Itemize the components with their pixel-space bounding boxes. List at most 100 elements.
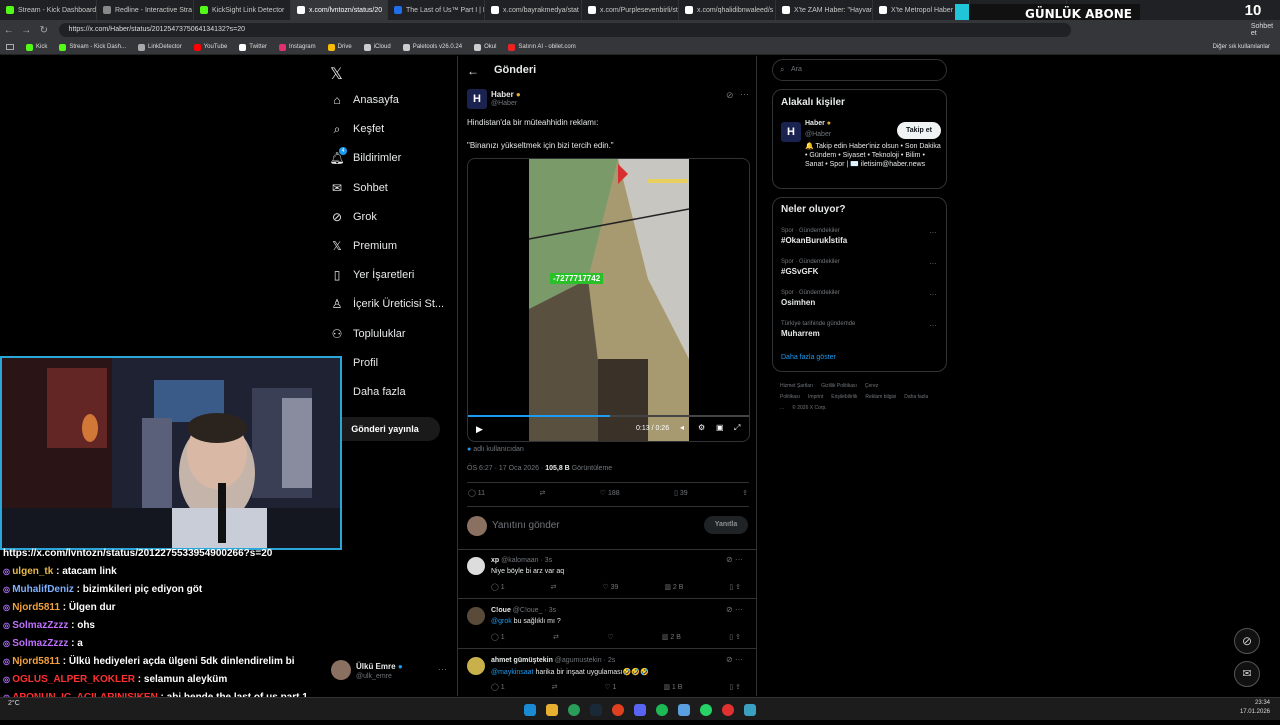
play-icon[interactable]: ▶ [476, 424, 483, 435]
reply-avatar[interactable] [467, 557, 485, 575]
search-box[interactable]: ⌕ Ara [772, 59, 947, 81]
sidebar-item[interactable]: ⌕ Keşfet [330, 122, 385, 136]
reply-like-count[interactable]: ♡ 39 [602, 583, 618, 591]
browser-tab[interactable]: Redline - Interactive Stra [97, 0, 194, 20]
bookmark-item[interactable]: LinkDetector [138, 43, 182, 51]
bookmark-item[interactable]: Kick [26, 43, 47, 51]
grok-icon[interactable]: ⊘ [726, 90, 734, 101]
repost-icon[interactable]: ⇄ [551, 583, 557, 591]
repost-icon[interactable]: ⇄ [552, 683, 558, 691]
back-arrow-icon[interactable]: ← [467, 64, 479, 78]
author-avatar[interactable]: H [467, 89, 487, 109]
reply-author[interactable]: ahmet gümüştekin [491, 657, 553, 664]
notes-icon[interactable] [744, 704, 756, 716]
account-more-icon[interactable]: ··· [438, 664, 447, 674]
browser-tab[interactable]: KickSight Link Detector [194, 0, 291, 20]
app-icon[interactable] [678, 704, 690, 716]
start-icon[interactable] [524, 704, 536, 716]
whatsapp-icon[interactable] [700, 704, 712, 716]
reply-view-count[interactable]: ▥ 2 B [662, 633, 681, 641]
related-avatar[interactable]: H [781, 122, 801, 142]
browser-tab[interactable]: x.com/lvntozn/status/20 [291, 0, 388, 20]
bookmark-item[interactable]: Okul [474, 43, 496, 51]
edge-icon[interactable] [568, 704, 580, 716]
reply-more-icon[interactable]: ⊘ ··· [726, 605, 743, 614]
bookmark-item[interactable]: Paletools v26.0.24 [402, 43, 462, 51]
volume-icon[interactable]: ◂ [680, 423, 684, 432]
trend-item[interactable]: Türkiye tarihinde gündemde Muharrem [781, 321, 855, 338]
back-icon[interactable]: ← [0, 25, 18, 36]
bookmark-item[interactable]: Drive [327, 43, 352, 51]
url-input[interactable]: https://x.com/Haber/status/2012547375064… [58, 23, 1071, 37]
sidebar-item[interactable]: 🔔︎ Bildirimler 4 [329, 147, 401, 165]
reply-input[interactable]: Yanıtını gönder [492, 520, 560, 531]
bookmark-share-icons[interactable]: ▯ ⇪ [729, 683, 741, 691]
reload-icon[interactable]: ↻ [35, 25, 53, 36]
grok-float-icon[interactable]: ⊘ [1234, 628, 1260, 654]
messages-float-icon[interactable]: ✉ [1234, 661, 1260, 687]
trend-more-icon[interactable]: ··· [929, 290, 937, 299]
reply-reply-count[interactable]: ◯ 1 [491, 683, 505, 691]
chat-username[interactable]: ulgen_tk [12, 566, 53, 577]
trend-more-icon[interactable]: ··· [929, 228, 937, 237]
reply-view-count[interactable]: ▥ 2 B [664, 583, 683, 591]
browser-tab[interactable]: x.com/Purplesevenbirli/st [582, 0, 679, 20]
reply-button[interactable]: Yanıtla [704, 516, 748, 534]
bookmark-item[interactable]: Instagram [278, 43, 316, 51]
sidebar-item[interactable]: ▯ Yer İşaretleri [330, 268, 415, 282]
browser-tab[interactable]: x.com/bayrakmedya/stat [485, 0, 582, 20]
reply-more-icon[interactable]: ⊘ ··· [726, 555, 743, 564]
footer-link[interactable]: Reklam bilgisi [865, 394, 896, 400]
video-player[interactable]: -7277717742 ▶ 0:13 / 0:26 ◂ ⚙ ▣ ⤢ [467, 158, 750, 442]
bookmark-item[interactable]: Twitter [239, 43, 267, 51]
like-action[interactable]: ♡ 188 [600, 489, 620, 497]
discord-icon[interactable] [634, 704, 646, 716]
sidebar-item[interactable]: 𝕏 Premium [330, 239, 397, 253]
more-icon[interactable]: ··· [740, 89, 749, 99]
bookmark-item[interactable]: iCloud [363, 43, 391, 51]
trend-more-icon[interactable]: ··· [929, 321, 937, 330]
video-progress-track[interactable] [468, 415, 749, 417]
search-input[interactable]: Ara [791, 66, 802, 73]
reply-handle[interactable]: @C!oue_ · 3s [511, 607, 556, 614]
footer-link[interactable]: Imprint [808, 394, 823, 400]
reply-action[interactable]: ◯ 11 [468, 489, 485, 497]
explorer-icon[interactable] [546, 704, 558, 716]
reply-item[interactable]: xp @kalomaan · 3s Niye böyle bi arz var a… [458, 549, 756, 599]
trend-item[interactable]: Spor · Gündemdekiler #OkanBurukİstifa [781, 228, 847, 245]
sidebar-item[interactable]: ✉ Sohbet [330, 181, 388, 195]
browser-tab[interactable]: X'te ZAM Haber: "Hayvan [776, 0, 873, 20]
pip-icon[interactable]: ▣ [716, 423, 724, 432]
sidebar-item[interactable]: ♙ İçerik Üreticisi St... [330, 297, 444, 311]
steam-icon[interactable] [590, 704, 602, 716]
x-logo-icon[interactable]: 𝕏 [330, 64, 343, 84]
bookmark-item[interactable]: Stream - Kick Dash... [59, 43, 126, 51]
footer-link[interactable]: Hizmet Şartları [780, 383, 813, 389]
reply-like-count[interactable]: ♡ [607, 633, 613, 641]
repost-icon[interactable]: ⇄ [539, 489, 545, 497]
weather-text[interactable]: 2°C [8, 700, 20, 707]
bookmark-share-icons[interactable]: ▯ ⇪ [729, 633, 741, 641]
chat-username[interactable]: Njord5811 [12, 656, 60, 667]
browser-tab[interactable]: x.com/qhalidibnwaleed/s [679, 0, 776, 20]
profile-label[interactable]: Sohbet et [1251, 23, 1280, 37]
reply-author[interactable]: xp [491, 557, 499, 564]
related-handle[interactable]: @Haber [805, 131, 831, 138]
bookmark-share-icons[interactable]: ▯ ⇪ [729, 583, 741, 591]
reply-reply-count[interactable]: ◯ 1 [491, 583, 505, 591]
reply-view-count[interactable]: ▥ 1 B [663, 683, 682, 691]
reply-item[interactable]: C!oue @C!oue_ · 3s @grok bu sağlıklı mı ?… [458, 599, 756, 649]
footer-link[interactable]: Erişilebilirlik [831, 394, 857, 400]
show-more-link[interactable]: Daha fazla göster [781, 354, 836, 361]
sidebar-item[interactable]: ⌂ Anasayfa [330, 93, 399, 107]
forward-icon[interactable]: → [18, 25, 36, 36]
reply-avatar[interactable] [467, 657, 485, 675]
reply-avatar[interactable] [467, 607, 485, 625]
reply-handle[interactable]: @kalomaan · 3s [499, 557, 552, 564]
obs-icon[interactable] [722, 704, 734, 716]
sidebar-item[interactable]: ⊘ Grok [330, 210, 377, 224]
chat-username[interactable]: SolmazZzzz [12, 638, 68, 649]
reply-reply-count[interactable]: ◯ 1 [491, 633, 505, 641]
reply-item[interactable]: ahmet gümüştekin @agumustekin · 2s @mayki… [458, 649, 756, 699]
author-handle[interactable]: @Haber [491, 100, 517, 107]
